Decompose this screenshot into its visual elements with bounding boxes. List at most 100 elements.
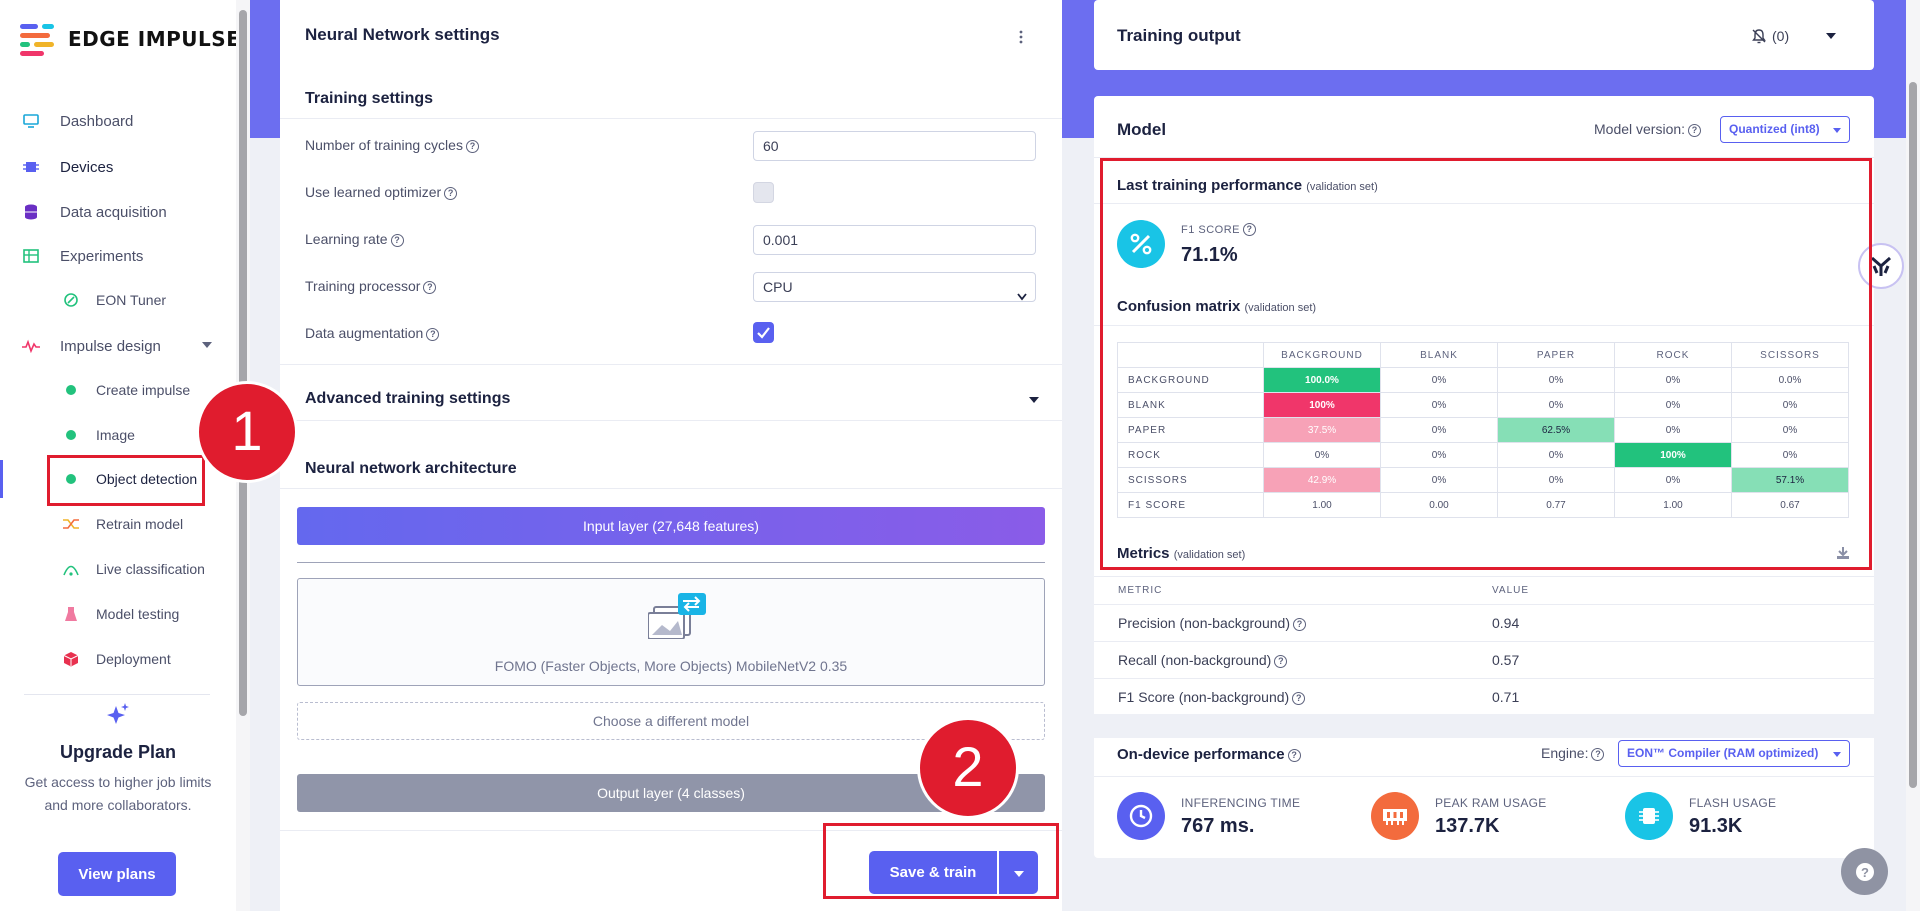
- divider: [280, 118, 1062, 119]
- processor-label: Training processor?: [305, 278, 437, 294]
- model-name: FOMO (Faster Objects, More Objects) Mobi…: [494, 658, 848, 674]
- chevron-down-icon[interactable]: [202, 342, 212, 348]
- input-layer[interactable]: Input layer (27,648 features): [297, 507, 1045, 545]
- monitor-icon: [22, 112, 40, 130]
- training-cycles-input[interactable]: [753, 131, 1036, 161]
- training-settings-title: Training settings: [305, 90, 434, 107]
- sidebar-item-live-classification[interactable]: Live classification: [0, 549, 240, 589]
- sidebar-item-dashboard[interactable]: Dashboard: [0, 101, 240, 141]
- flash-chip-icon: [1625, 792, 1673, 840]
- cube-icon: [62, 650, 80, 668]
- metrics-header-row: METRIC VALUE: [1094, 576, 1874, 602]
- sidebar-item-eon-tuner[interactable]: EON Tuner: [0, 280, 240, 320]
- help-icon[interactable]: ?: [1292, 692, 1306, 705]
- clock-icon: [1117, 792, 1165, 840]
- metric-value: 0.94: [1492, 615, 1520, 631]
- check-icon: [757, 327, 770, 339]
- svg-text:?: ?: [1861, 865, 1869, 880]
- flash-usage-label: FLASH USAGE: [1689, 796, 1777, 810]
- divider: [280, 488, 1062, 489]
- help-icon[interactable]: ?: [444, 187, 458, 200]
- sidebar-item-data-acquisition[interactable]: Data acquisition: [0, 192, 240, 232]
- sidebar-item-label: Impulse design: [60, 337, 161, 355]
- sidebar-item-impulse-design[interactable]: Impulse design: [0, 326, 240, 366]
- learned-optimizer-checkbox[interactable]: [753, 182, 774, 203]
- divider: [1094, 776, 1874, 777]
- sidebar-item-devices[interactable]: Devices: [0, 147, 240, 187]
- help-icon[interactable]: ?: [390, 234, 404, 247]
- table-row: Recall (non-background)? 0.57: [1094, 641, 1874, 677]
- metric-value: 0.71: [1492, 689, 1520, 705]
- model-layer-box[interactable]: FOMO (Faster Objects, More Objects) Mobi…: [297, 578, 1045, 686]
- shuffle-icon: [62, 515, 80, 533]
- metric-value: 0.57: [1492, 652, 1520, 668]
- upgrade-panel: Upgrade Plan Get access to higher job li…: [20, 702, 216, 817]
- question-icon: ?: [1855, 862, 1874, 881]
- sidebar-item-label: Devices: [60, 158, 114, 176]
- help-button[interactable]: ?: [1841, 848, 1888, 895]
- sidebar-item-retrain-model[interactable]: Retrain model: [0, 504, 240, 544]
- signal-icon: [62, 560, 80, 578]
- chevron-down-icon[interactable]: [1826, 33, 1836, 39]
- divider: [280, 420, 1062, 421]
- model-version-label: Model version:?: [1594, 121, 1702, 137]
- help-icon[interactable]: ?: [423, 281, 437, 294]
- table-row: F1 Score (non-background)? 0.71: [1094, 678, 1874, 714]
- view-plans-button[interactable]: View plans: [58, 852, 176, 896]
- learning-rate-input[interactable]: [753, 225, 1036, 255]
- chevron-down-icon: [1017, 282, 1027, 310]
- help-icon[interactable]: ?: [1688, 124, 1702, 137]
- sidebar-item-label: Dashboard: [60, 112, 134, 130]
- image-transfer-icon: [647, 593, 708, 643]
- table-row: Precision (non-background)? 0.94: [1094, 604, 1874, 640]
- section-gap: [1094, 714, 1874, 738]
- sidebar-item-model-testing[interactable]: Model testing: [0, 594, 240, 634]
- column-header: VALUE: [1492, 585, 1530, 596]
- peak-ram-label: PEAK RAM USAGE: [1435, 796, 1547, 810]
- help-icon[interactable]: ?: [465, 140, 479, 153]
- sidebar-item-experiments[interactable]: Experiments: [0, 236, 240, 276]
- sparkle-icon: [104, 702, 132, 734]
- step-badge-1: 1: [196, 381, 298, 483]
- cycles-label: Number of training cycles?: [305, 137, 479, 153]
- chevron-down-icon[interactable]: [1029, 397, 1039, 403]
- help-icon[interactable]: ?: [426, 328, 440, 341]
- sidebar-item-label: Deployment: [96, 651, 171, 667]
- help-icon[interactable]: ?: [1274, 655, 1288, 668]
- data-augmentation-checkbox[interactable]: [753, 322, 774, 343]
- help-icon[interactable]: ?: [1591, 748, 1605, 761]
- edge-impulse-logo[interactable]: EDGE IMPULSE: [20, 24, 241, 56]
- engine-select[interactable]: EON™ Compiler (RAM optimized): [1618, 740, 1850, 767]
- dot-icon: [62, 426, 80, 444]
- metric-name: Recall (non-background)?: [1118, 652, 1288, 668]
- main-scrollbar-thumb[interactable]: [1909, 82, 1917, 788]
- bell-off-icon[interactable]: [1751, 28, 1767, 48]
- inferencing-time-value: 767 ms.: [1181, 815, 1255, 837]
- upgrade-description: Get access to higher job limits and more…: [24, 774, 212, 813]
- logo-mark-icon: [20, 24, 54, 56]
- logo-text: EDGE IMPULSE: [68, 27, 241, 51]
- sidebar-item-label: EON Tuner: [96, 292, 167, 308]
- help-icon[interactable]: ?: [1287, 749, 1301, 762]
- sidebar-item-label: Data acquisition: [60, 203, 167, 221]
- table-icon: [22, 247, 40, 265]
- sidebar-item-deployment[interactable]: Deployment: [0, 639, 240, 679]
- dot-icon: [62, 381, 80, 399]
- sidebar-divider: [24, 694, 210, 695]
- sidebar-item-label: Live classification: [96, 561, 205, 577]
- connector-line: [297, 562, 1045, 563]
- training-processor-select[interactable]: CPU: [753, 272, 1036, 302]
- column-header: METRIC: [1118, 585, 1163, 596]
- on-device-performance-title: On-device performance?: [1117, 746, 1301, 763]
- sidebar-item-label: Create impulse: [96, 382, 191, 398]
- divider: [280, 364, 1062, 365]
- model-version-select[interactable]: Quantized (int8): [1720, 116, 1850, 143]
- ram-icon: [1371, 792, 1419, 840]
- sidebar-scrollbar-thumb[interactable]: [239, 10, 247, 716]
- kebab-menu-icon[interactable]: [1019, 30, 1023, 44]
- chip-icon: [22, 158, 40, 176]
- advanced-settings-title[interactable]: Advanced training settings: [305, 390, 510, 408]
- help-icon[interactable]: ?: [1292, 618, 1306, 631]
- inferencing-time-label: INFERENCING TIME: [1181, 796, 1301, 810]
- flask-icon: [62, 605, 80, 623]
